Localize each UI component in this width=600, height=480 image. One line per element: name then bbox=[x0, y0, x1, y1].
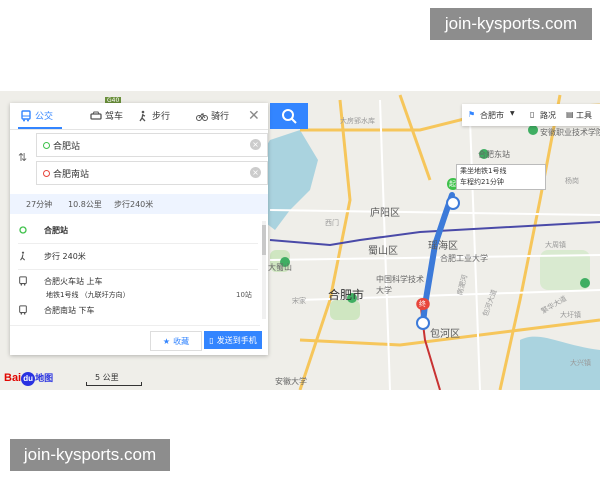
city-icon: ⚑ bbox=[468, 110, 476, 119]
map-label: 大蜀山 bbox=[268, 263, 292, 272]
tab-walk[interactable]: 步行 bbox=[137, 109, 170, 122]
clear-end-icon[interactable]: × bbox=[250, 167, 261, 178]
route-tooltip: 乘坐地铁1号线 车程约21分钟 bbox=[456, 164, 546, 190]
start-input[interactable]: 合肥站 × bbox=[36, 133, 268, 157]
car-icon bbox=[90, 111, 102, 120]
tools-button[interactable]: 工具 bbox=[576, 110, 592, 121]
watermark-top: join-kysports.com bbox=[430, 8, 592, 40]
district-label: 庐阳区 bbox=[370, 208, 400, 219]
divider bbox=[18, 243, 258, 244]
map-label: 大兴镇 bbox=[570, 359, 591, 367]
divider bbox=[10, 325, 260, 326]
active-tab-indicator bbox=[18, 127, 62, 129]
tooltip-line2: 车程约21分钟 bbox=[460, 178, 504, 186]
map-toolbar: ⚑ 合肥市 ▼ ▯ 路况 ▤ 工具 bbox=[462, 104, 600, 126]
scale-bar bbox=[86, 382, 142, 386]
map-label: 合肥东站 bbox=[478, 150, 510, 159]
star-icon: ★ bbox=[162, 336, 171, 346]
start-marker-label: 起 bbox=[449, 180, 456, 188]
walk-icon bbox=[20, 251, 26, 261]
metro-icon bbox=[19, 276, 27, 286]
watermark-bottom: join-kysports.com bbox=[10, 439, 170, 471]
walk-icon bbox=[139, 110, 146, 121]
district-label: 包河区 bbox=[430, 329, 460, 340]
map-label: 杨岗 bbox=[565, 177, 579, 185]
city-label: 合肥市 bbox=[328, 288, 365, 302]
district-label: 蜀山区 bbox=[368, 246, 398, 257]
step-board: 合肥火车站 上车 bbox=[10, 276, 258, 290]
end-input-value: 合肥南站 bbox=[53, 170, 90, 180]
mode-tabs: 公交 驾车 步行 骑行 ✕ bbox=[10, 103, 268, 130]
metro-icon bbox=[19, 305, 27, 315]
map-label: 大周镇 bbox=[545, 241, 566, 249]
swap-icon[interactable]: ⇅ bbox=[18, 151, 27, 164]
stops-count: 10站 bbox=[236, 291, 252, 299]
map-label: 西门 bbox=[325, 219, 339, 227]
favorite-label: 收藏 bbox=[173, 336, 190, 346]
tab-bike[interactable]: 骑行 bbox=[196, 109, 229, 122]
map-label: 合肥工业大学 bbox=[440, 254, 488, 263]
tab-drive[interactable]: 驾车 bbox=[90, 109, 123, 122]
logo-bai: Bai bbox=[4, 372, 22, 384]
summary-duration: 27分钟 bbox=[26, 200, 53, 209]
step-board-label: 合肥火车站 上车 bbox=[44, 277, 103, 286]
tooltip-line1: 乘坐地铁1号线 bbox=[460, 167, 507, 175]
favorite-button[interactable]: ★ 收藏 bbox=[150, 331, 202, 351]
metro-line-label[interactable]: 地铁1号线 （九联圩方向） bbox=[46, 290, 130, 300]
tab-bus[interactable]: 公交 bbox=[20, 109, 53, 122]
clear-start-icon[interactable]: × bbox=[250, 139, 261, 150]
end-marker-label: 终 bbox=[419, 300, 426, 308]
end-dot-icon bbox=[43, 170, 50, 177]
map-label: 中国科学技术大学 bbox=[376, 275, 424, 295]
map-label: 大圩镇 bbox=[560, 311, 581, 319]
route-panel: 公交 驾车 步行 骑行 ✕ ⇅ 合肥站 × 合肥南站 × 27分钟 10.8公里… bbox=[10, 103, 268, 355]
end-input[interactable]: 合肥南站 × bbox=[36, 161, 268, 185]
metro-station-end-icon bbox=[416, 316, 430, 330]
logo-du: du bbox=[21, 372, 36, 386]
logo-cn: 地图 bbox=[35, 373, 54, 383]
bike-icon bbox=[196, 112, 208, 121]
tab-bus-label: 公交 bbox=[35, 112, 54, 122]
park-area bbox=[330, 300, 360, 320]
tab-drive-label: 驾车 bbox=[105, 112, 124, 122]
map-label: 大房郢水库 bbox=[340, 117, 375, 125]
step-origin: 合肥站 bbox=[10, 225, 258, 239]
tools-icon: ▤ bbox=[566, 110, 574, 119]
traffic-icon: ▯ bbox=[530, 110, 535, 119]
district-label: 瑶海区 bbox=[428, 241, 458, 252]
search-icon bbox=[282, 109, 297, 124]
step-alight-label: 合肥南站 下车 bbox=[44, 306, 95, 315]
tab-walk-label: 步行 bbox=[152, 112, 171, 122]
close-icon[interactable]: ✕ bbox=[248, 108, 260, 124]
map-label: 安徽职业技术学院 bbox=[540, 128, 600, 137]
poi-icon bbox=[528, 125, 538, 135]
map-label: 安徽大学 bbox=[275, 377, 307, 386]
origin-dot-icon bbox=[19, 226, 27, 234]
summary-walk: 步行240米 bbox=[114, 200, 154, 209]
step-walk-label: 步行 240米 bbox=[44, 252, 86, 261]
tab-bike-label: 骑行 bbox=[211, 112, 230, 122]
send-label: 发送到手机 bbox=[216, 335, 257, 345]
poi-icon bbox=[580, 278, 590, 288]
start-dot-icon bbox=[43, 142, 50, 149]
metro-station-start-icon bbox=[446, 196, 460, 210]
step-walk: 步行 240米 bbox=[10, 251, 258, 265]
chevron-down-icon: ▼ bbox=[510, 110, 515, 117]
start-input-value: 合肥站 bbox=[53, 142, 81, 152]
search-button[interactable] bbox=[270, 103, 308, 129]
send-to-phone-button[interactable]: ▯ 发送到手机 bbox=[204, 331, 262, 349]
route-summary[interactable]: 27分钟 10.8公里 步行240米 bbox=[10, 194, 268, 214]
phone-icon: ▯ bbox=[209, 335, 214, 345]
divider bbox=[18, 269, 258, 270]
step-alight: 合肥南站 下车 bbox=[10, 305, 258, 319]
map-label: 宋家 bbox=[292, 297, 306, 305]
city-selector[interactable]: 合肥市 bbox=[480, 110, 504, 121]
baidu-map-logo: Bai du 地图 bbox=[4, 371, 53, 386]
traffic-button[interactable]: 路况 bbox=[540, 110, 556, 121]
summary-distance: 10.8公里 bbox=[68, 200, 102, 209]
bus-icon bbox=[21, 109, 31, 121]
scrollbar-thumb[interactable] bbox=[262, 225, 266, 255]
step-origin-label: 合肥站 bbox=[44, 226, 68, 235]
